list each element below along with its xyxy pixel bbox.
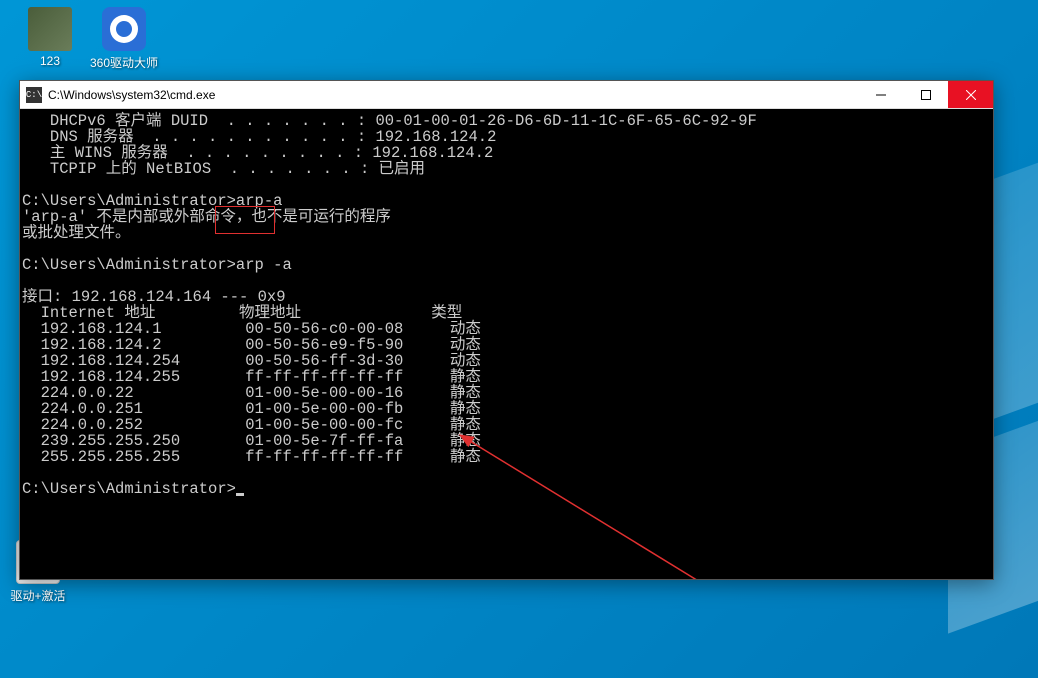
icon-label: 驱动+激活	[1, 587, 75, 604]
icon-label: 123	[13, 54, 87, 68]
terminal-line: 或批处理文件。	[22, 224, 131, 242]
close-icon	[966, 90, 976, 100]
desktop-icon-folder-123[interactable]: 123	[13, 7, 87, 68]
cmd-window: C:\ C:\Windows\system32\cmd.exe DHCPv6 客…	[19, 80, 994, 580]
cmd-icon: C:\	[26, 87, 42, 103]
terminal-prompt-line: C:\Users\Administrator>	[22, 480, 236, 498]
annotation-arrow	[450, 427, 710, 579]
close-button[interactable]	[948, 81, 993, 108]
minimize-icon	[876, 90, 886, 100]
terminal-output[interactable]: DHCPv6 客户端 DUID . . . . . . . : 00-01-00…	[20, 109, 993, 579]
terminal-line: TCPIP 上的 NetBIOS . . . . . . . : 已启用	[22, 160, 425, 178]
minimize-button[interactable]	[858, 81, 903, 108]
window-titlebar[interactable]: C:\ C:\Windows\system32\cmd.exe	[20, 81, 993, 109]
maximize-button[interactable]	[903, 81, 948, 108]
window-controls	[858, 81, 993, 108]
maximize-icon	[921, 90, 931, 100]
terminal-prompt-line: C:\Users\Administrator>arp -a	[22, 256, 292, 274]
terminal-cursor	[236, 493, 244, 496]
folder-icon	[28, 7, 72, 51]
arp-table-row: 255.255.255.255 ff-ff-ff-ff-ff-ff 静态	[22, 448, 481, 466]
gear-icon	[102, 7, 146, 51]
icon-label: 360驱动大师	[87, 54, 161, 71]
desktop-icon-360-driver[interactable]: 360驱动大师	[87, 7, 161, 71]
window-title: C:\Windows\system32\cmd.exe	[48, 88, 858, 102]
